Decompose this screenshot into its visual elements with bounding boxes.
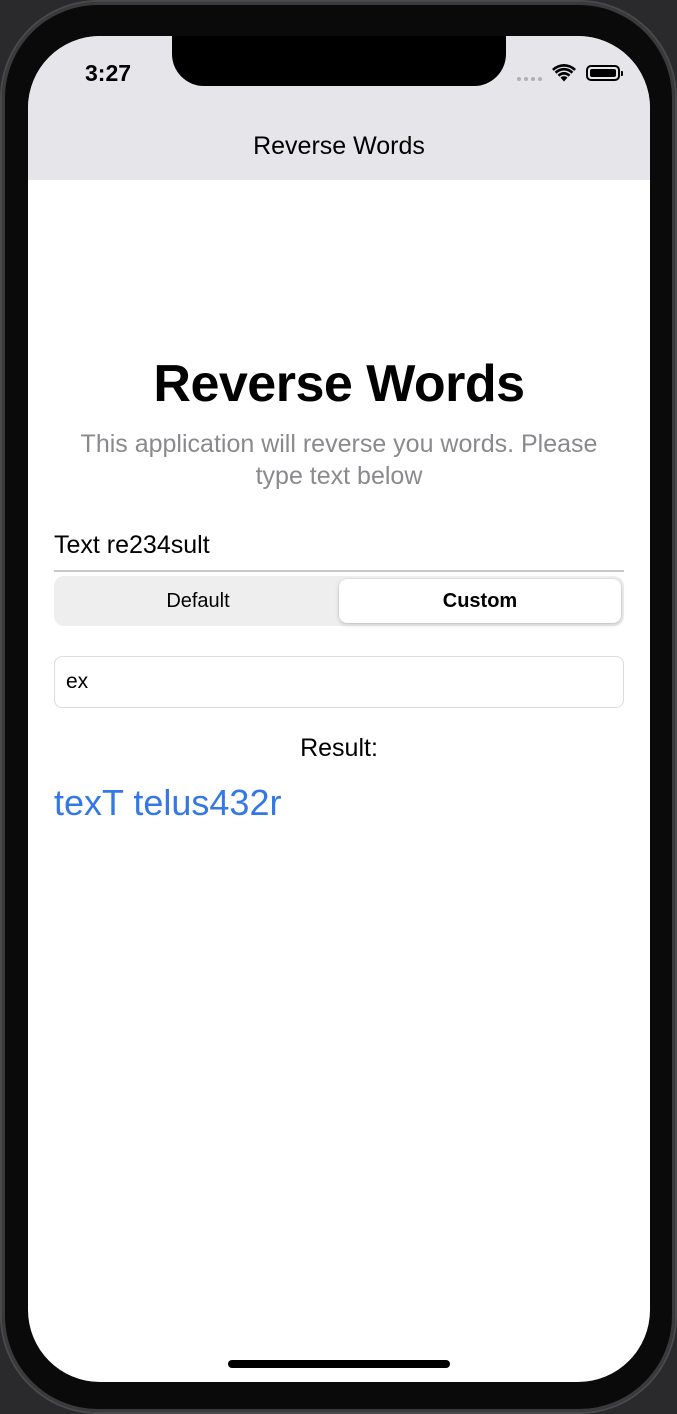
device-notch (172, 36, 506, 86)
page-heading: Reverse Words (153, 355, 525, 413)
simulator-stage: 3:27 Reverse Words Reverse Words This ap… (0, 0, 677, 1414)
home-indicator[interactable] (228, 1360, 450, 1368)
source-text-field[interactable]: Text re234sult (54, 526, 624, 572)
nav-title: Reverse Words (253, 132, 425, 160)
device-frame: 3:27 Reverse Words Reverse Words This ap… (2, 2, 675, 1412)
result-value: texT telus432r (54, 782, 282, 823)
custom-exclusion-input[interactable]: ex (54, 656, 624, 708)
page-subtitle: This application will reverse you words.… (80, 430, 598, 490)
wifi-icon (552, 64, 576, 82)
mode-segmented-control[interactable]: Default Custom (54, 576, 624, 626)
segment-custom[interactable]: Custom (339, 579, 621, 623)
result-label: Result: (300, 734, 378, 762)
device-screen: 3:27 Reverse Words Reverse Words This ap… (28, 36, 650, 1382)
cellular-signal-icon (517, 65, 542, 81)
status-icons (517, 64, 623, 82)
segment-default[interactable]: Default (57, 579, 339, 623)
battery-icon (586, 65, 623, 81)
status-time: 3:27 (85, 60, 132, 86)
